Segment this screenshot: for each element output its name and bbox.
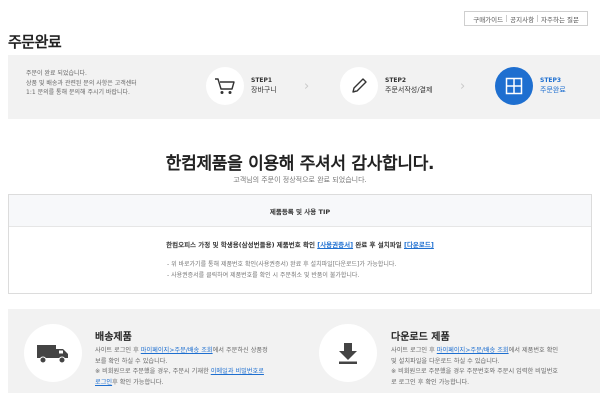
step-number: STEP3: [540, 77, 562, 84]
download-title: 다운로드 제품: [391, 332, 450, 343]
step-cart: STEP1 장바구니: [206, 67, 277, 105]
step-label: 장바구니: [251, 86, 277, 94]
message-line: 상품 및 배송과 관련된 문의 사항은 고객센터: [26, 79, 137, 87]
link-faq[interactable]: 자주하는 질문: [538, 14, 582, 24]
page-title: 주문완료: [8, 33, 62, 51]
desc-text: 에서 주문하신 상품정: [212, 347, 268, 354]
message-line: 주문이 완료 되었습니다.: [26, 70, 87, 77]
grid-icon: [495, 67, 533, 105]
message-line: 1:1 문의를 통해 문의해 주시기 바랍니다.: [26, 89, 130, 96]
desc-text: 및 설치파일을 다운로드 하실 수 있습니다.: [391, 357, 500, 365]
email-password-link[interactable]: 이메일과 비밀번호로: [211, 368, 264, 375]
tip-text: 한컴오피스 가정 및 학생용(삼성번들용) 제품번호 확인: [166, 241, 318, 249]
pencil-icon: [340, 67, 378, 105]
order-complete-message: 주문이 완료 되었습니다. 상품 및 배송과 관련된 문의 사항은 고객센터 1…: [26, 69, 186, 98]
mypage-order-link[interactable]: 마이페이지>주문/배송 조회: [141, 347, 213, 354]
download-icon: [319, 324, 377, 382]
tip-text: 완료 후 설치파일: [353, 241, 404, 249]
link-purchase-guide[interactable]: 구매가이드: [470, 14, 506, 24]
step-band: 주문이 완료 되었습니다. 상품 및 배송과 관련된 문의 사항은 고객센터 1…: [8, 55, 600, 119]
mypage-order-link[interactable]: 마이페이지>주문/배송 조회: [437, 347, 509, 354]
chevron-right-icon: ›: [304, 79, 310, 94]
step-number: STEP1: [251, 77, 273, 84]
download-link[interactable]: [다운로드]: [404, 241, 434, 249]
desc-text: 사이트 로그인 후: [95, 347, 141, 354]
cart-icon: [206, 67, 244, 105]
step-number: STEP2: [385, 77, 407, 84]
tip-header: 제품등록 및 사용 TIP: [9, 195, 591, 227]
step-order-form: STEP2 주문서작성/결제: [340, 67, 432, 105]
tip-bullets: - 위 바로가기를 통해 제품번호 확인(사용권증서) 완료 후 설치파일[다운…: [167, 259, 396, 281]
step-complete: STEP3 주문완료: [495, 67, 566, 105]
desc-text: ※ 비회원으로 주문했을 경우, 주문시 기재한: [95, 368, 211, 375]
step-label: 주문서작성/결제: [385, 86, 433, 94]
license-certificate-link[interactable]: [사용권증서]: [317, 241, 353, 249]
tip-box: 제품등록 및 사용 TIP 한컴오피스 가정 및 학생용(삼성번들용) 제품번호…: [8, 194, 592, 294]
tip-bullet: - 위 바로가기를 통해 제품번호 확인(사용권증서) 완료 후 설치파일[다운…: [167, 261, 397, 268]
thanks-title: 한컴제품을 이용해 주셔서 감사합니다.: [165, 154, 435, 174]
chevron-right-icon: ›: [460, 79, 466, 94]
tip-bullet: - 사용권증서를 클릭하여 제품번호를 확인 시 주문취소 및 반품이 불가합니…: [167, 272, 360, 279]
delivery-description: 사이트 로그인 후 마이페이지>주문/배송 조회에서 주문하신 상품정 보를 확…: [95, 346, 268, 388]
thanks-subtitle: 고객님의 주문이 정상적으로 완료 되었습니다.: [233, 176, 367, 184]
login-link[interactable]: 로그인: [95, 379, 112, 386]
desc-text: ※ 비회원으로 주문했을 경우 주문번호와 주문시 입력한 비밀번호: [391, 368, 558, 375]
link-notice[interactable]: 공지사항: [507, 14, 537, 24]
download-description: 사이트 로그인 후 마이페이지>주문/배송 조회에서 제품번호 확인 및 설치파…: [391, 346, 558, 388]
delivery-title: 배송제품: [95, 332, 132, 343]
top-links: 구매가이드 공지사항 자주하는 질문: [464, 11, 588, 26]
desc-text: 사이트 로그인 후: [391, 347, 437, 354]
desc-text: 에서 제품번호 확인: [508, 347, 559, 354]
desc-text: 로 로그인 후 확인 가능합니다.: [391, 378, 470, 386]
desc-text: 보를 확인 하실 수 있습니다.: [95, 357, 168, 365]
step-label: 주문완료: [540, 86, 566, 94]
desc-text: 후 확인 가능합니다.: [112, 378, 164, 386]
truck-icon: [24, 324, 82, 382]
tip-main-text: 한컴오피스 가정 및 학생용(삼성번들용) 제품번호 확인 [사용권증서] 완료…: [9, 239, 591, 249]
bottom-info-band: 배송제품 사이트 로그인 후 마이페이지>주문/배송 조회에서 주문하신 상품정…: [8, 309, 600, 393]
